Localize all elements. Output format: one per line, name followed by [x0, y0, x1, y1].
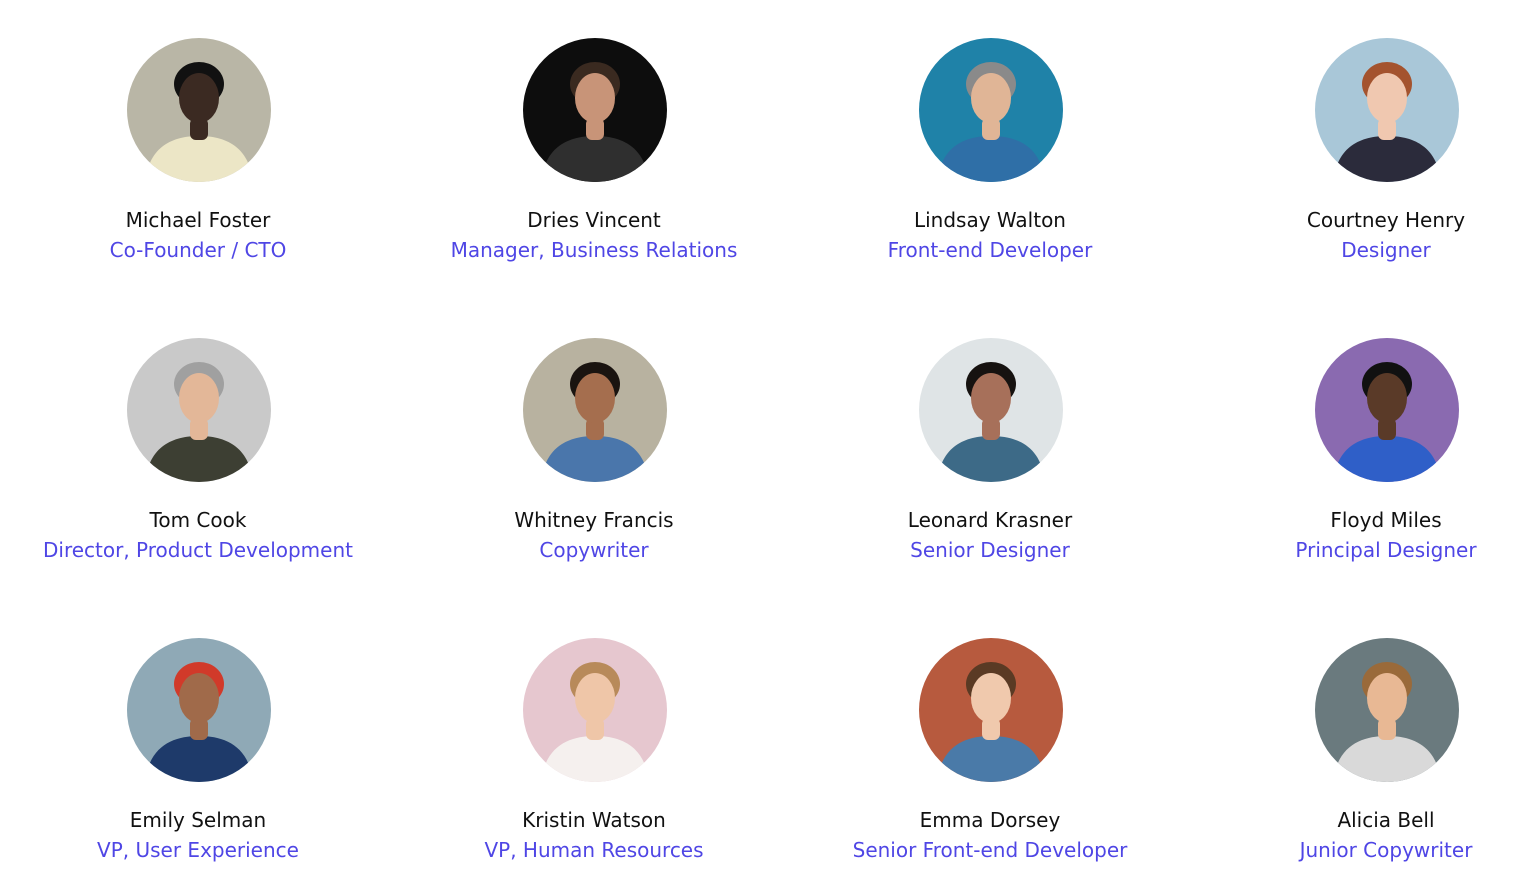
member-name: Kristin Watson [522, 808, 666, 832]
person-photo-icon [127, 338, 271, 482]
avatar [1315, 638, 1459, 782]
member-name: Floyd Miles [1330, 508, 1442, 532]
member-name: Tom Cook [149, 508, 247, 532]
member-name: Michael Foster [125, 208, 271, 232]
person-photo-icon [523, 338, 667, 482]
avatar [127, 638, 271, 782]
person-photo-icon [919, 338, 1063, 482]
team-member-card: Courtney Henry Designer [1188, 0, 1521, 262]
team-member-card: Leonard Krasner Senior Designer [792, 300, 1188, 562]
team-member-card: Lindsay Walton Front-end Developer [792, 0, 1188, 262]
member-name: Whitney Francis [514, 508, 674, 532]
member-role: VP, Human Resources [484, 838, 704, 862]
team-grid: Michael Foster Co-Founder / CTO Dries Vi… [0, 0, 1521, 887]
team-member-card: Whitney Francis Copywriter [396, 300, 792, 562]
avatar [127, 338, 271, 482]
member-name: Alicia Bell [1337, 808, 1435, 832]
member-name: Emma Dorsey [919, 808, 1061, 832]
member-role: Front-end Developer [887, 238, 1093, 262]
member-role: Senior Designer [910, 538, 1070, 562]
person-photo-icon [127, 38, 271, 182]
member-role: Director, Product Development [43, 538, 353, 562]
team-member-card: Tom Cook Director, Product Development [0, 300, 396, 562]
person-photo-icon [919, 38, 1063, 182]
team-member-card: Emily Selman VP, User Experience [0, 600, 396, 862]
person-photo-icon [523, 38, 667, 182]
team-member-card: Alicia Bell Junior Copywriter [1188, 600, 1521, 862]
member-role: Principal Designer [1295, 538, 1477, 562]
avatar [1315, 338, 1459, 482]
member-role: Senior Front-end Developer [852, 838, 1128, 862]
member-name: Emily Selman [129, 808, 267, 832]
avatar [919, 38, 1063, 182]
person-photo-icon [1315, 38, 1459, 182]
member-role: Junior Copywriter [1299, 838, 1473, 862]
member-role: Designer [1341, 238, 1431, 262]
avatar [1315, 38, 1459, 182]
person-photo-icon [919, 638, 1063, 782]
person-photo-icon [1315, 638, 1459, 782]
team-member-card: Dries Vincent Manager, Business Relation… [396, 0, 792, 262]
avatar [127, 38, 271, 182]
person-photo-icon [127, 638, 271, 782]
member-name: Lindsay Walton [913, 208, 1066, 232]
team-member-card: Kristin Watson VP, Human Resources [396, 600, 792, 862]
team-member-card: Emma Dorsey Senior Front-end Developer [792, 600, 1188, 862]
member-name: Dries Vincent [527, 208, 661, 232]
person-photo-icon [523, 638, 667, 782]
team-member-card: Floyd Miles Principal Designer [1188, 300, 1521, 562]
avatar [919, 638, 1063, 782]
avatar [523, 338, 667, 482]
member-name: Courtney Henry [1306, 208, 1466, 232]
person-photo-icon [1315, 338, 1459, 482]
avatar [523, 638, 667, 782]
avatar [919, 338, 1063, 482]
member-name: Leonard Krasner [907, 508, 1073, 532]
team-member-card: Michael Foster Co-Founder / CTO [0, 0, 396, 262]
member-role: Copywriter [539, 538, 649, 562]
avatar [523, 38, 667, 182]
member-role: Manager, Business Relations [450, 238, 738, 262]
member-role: Co-Founder / CTO [109, 238, 287, 262]
member-role: VP, User Experience [97, 838, 299, 862]
